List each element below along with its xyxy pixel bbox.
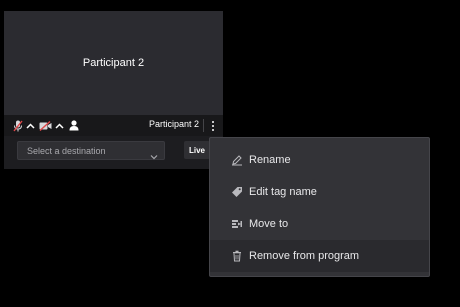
participant-video[interactable]: Participant 2 [4, 11, 223, 115]
menu-item-move-to[interactable]: Move to [210, 208, 429, 240]
menu-item-label: Edit tag name [249, 186, 317, 198]
move-to-icon [230, 218, 243, 231]
menu-item-rename[interactable]: Rename [210, 144, 429, 176]
live-button[interactable]: Live [184, 141, 210, 159]
context-menu: Rename Edit tag name Move to Remove from… [209, 137, 430, 277]
person-icon[interactable] [68, 118, 79, 133]
mic-options-chevron-up-icon[interactable] [25, 118, 35, 133]
chevron-down-icon [150, 147, 158, 160]
menu-item-edit-tag-name[interactable]: Edit tag name [210, 176, 429, 208]
kebab-menu-icon[interactable] [209, 118, 217, 133]
tag-icon [230, 186, 243, 199]
menu-item-label: Rename [249, 154, 291, 166]
pencil-icon [230, 154, 243, 167]
stage: Participant 2 Participant 2 Select a des… [0, 0, 460, 307]
menu-item-label: Remove from program [249, 250, 360, 262]
menu-item-remove-from-program[interactable]: Remove from program [210, 240, 429, 272]
trash-icon [230, 250, 243, 263]
participant-name-label: Participant 2 [148, 119, 199, 129]
participant-video-name: Participant 2 [82, 57, 145, 69]
menu-item-label: Move to [249, 218, 289, 230]
controls-divider [203, 119, 204, 132]
participant-controls: Participant 2 [4, 115, 223, 136]
camera-options-chevron-up-icon[interactable] [54, 118, 64, 133]
participant-footer: Select a destination Live [4, 136, 223, 169]
destination-select[interactable]: Select a destination [17, 141, 165, 160]
participant-card: Participant 2 Participant 2 Select a des… [4, 11, 223, 169]
destination-placeholder: Select a destination [27, 145, 106, 156]
mic-muted-icon[interactable] [12, 118, 23, 133]
camera-off-icon[interactable] [39, 118, 52, 133]
